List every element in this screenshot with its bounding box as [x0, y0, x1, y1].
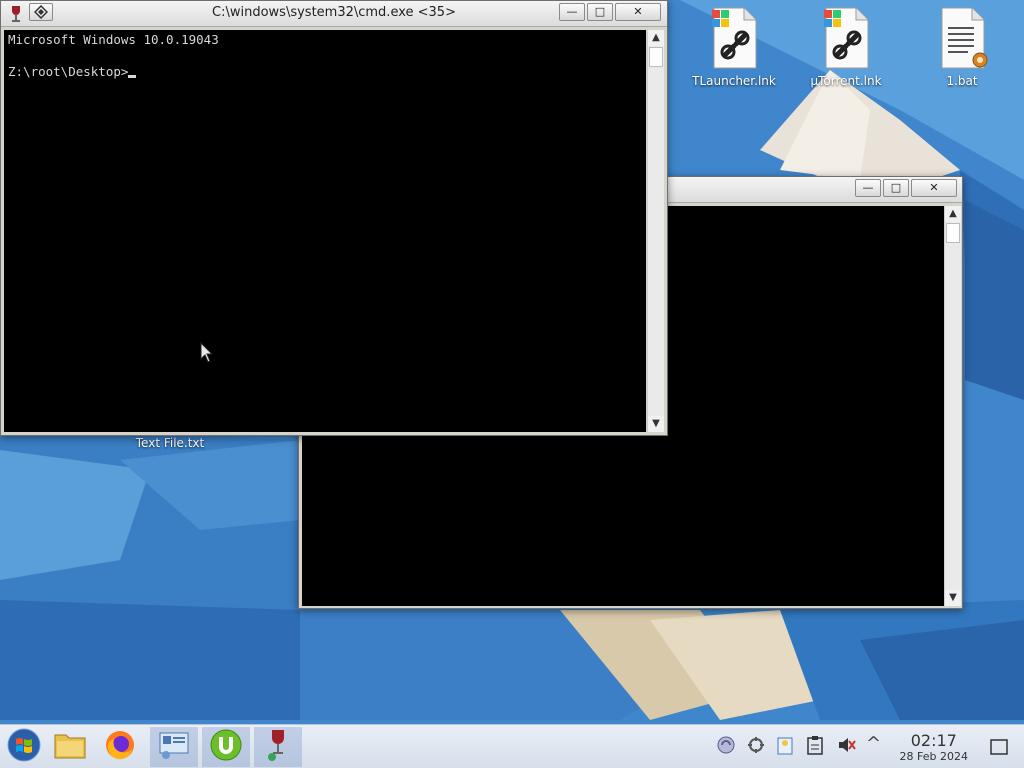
control-panel-icon — [158, 730, 190, 764]
scroll-down-button[interactable]: ▼ — [648, 416, 664, 432]
show-desktop-icon[interactable] — [990, 739, 1008, 759]
taskbar-clock[interactable]: 02:17 28 Feb 2024 — [900, 731, 968, 763]
tray-update-icon[interactable] — [746, 735, 766, 759]
wine-icon — [266, 728, 290, 766]
clock-date: 28 Feb 2024 — [899, 750, 968, 763]
maximize-button[interactable]: □ — [883, 179, 909, 197]
scroll-up-button[interactable]: ▲ — [945, 206, 961, 222]
show-hidden-icons-button[interactable]: ^ — [866, 733, 881, 754]
minimize-button[interactable]: — — [559, 3, 585, 21]
clock-time: 02:17 — [910, 731, 957, 750]
console-line: Microsoft Windows 10.0.19043 — [8, 32, 219, 47]
window-titlebar[interactable]: C:\windows\system32\cmd.exe <35> — □ ✕ — [1, 1, 667, 27]
scroll-thumb[interactable] — [649, 47, 663, 67]
shortcut-icon — [818, 6, 874, 70]
windows-start-icon — [7, 728, 41, 766]
tray-clipboard-notes-icon[interactable] — [776, 735, 794, 759]
taskbar-file-manager[interactable] — [46, 727, 94, 767]
desktop-icon-textfile[interactable]: Text File.txt — [122, 436, 218, 450]
maximize-button[interactable]: □ — [587, 3, 613, 21]
vertical-scrollbar[interactable]: ▲ ▼ — [647, 30, 664, 432]
desktop-icon-tlauncher[interactable]: TLauncher.lnk — [686, 6, 782, 88]
close-button[interactable]: ✕ — [911, 179, 957, 197]
mouse-pointer-icon — [200, 341, 214, 368]
desktop-icon-label: TLauncher.lnk — [692, 74, 776, 88]
text-cursor — [128, 75, 137, 78]
firefox-icon — [104, 729, 136, 765]
batch-file-icon — [934, 6, 990, 70]
folder-icon — [54, 731, 86, 763]
desktop-icon-label: Text File.txt — [135, 436, 205, 450]
tray-clipboard-icon[interactable] — [806, 735, 824, 759]
scroll-up-button[interactable]: ▲ — [648, 30, 664, 46]
close-button[interactable]: ✕ — [615, 3, 661, 21]
desktop-icon-label: µTorrent.lnk — [810, 74, 882, 88]
taskbar: ^ 02:17 28 Feb 2024 — [0, 724, 1024, 768]
vertical-scrollbar[interactable]: ▲ ▼ — [944, 206, 961, 606]
cmd-window[interactable]: C:\windows\system32\cmd.exe <35> — □ ✕ M… — [0, 0, 668, 436]
tray-volume-muted-icon[interactable] — [836, 735, 856, 759]
desktop-icon-label: 1.bat — [946, 74, 978, 88]
shortcut-icon — [706, 6, 762, 70]
desktop-icon-utorrent[interactable]: µTorrent.lnk — [798, 6, 894, 88]
minimize-button[interactable]: — — [855, 179, 881, 197]
console-output[interactable]: Microsoft Windows 10.0.19043 Z:\root\Des… — [4, 30, 646, 432]
taskbar-utorrent[interactable] — [202, 727, 250, 767]
taskbar-control-panel[interactable] — [150, 727, 198, 767]
taskbar-firefox[interactable] — [96, 727, 144, 767]
start-button[interactable] — [0, 727, 48, 767]
desktop-icon-bat[interactable]: 1.bat — [914, 6, 1010, 88]
scroll-down-button[interactable]: ▼ — [945, 590, 961, 606]
tray-wine-icon[interactable] — [716, 735, 736, 759]
console-prompt: Z:\root\Desktop> — [8, 64, 129, 79]
utorrent-icon — [209, 728, 243, 766]
taskbar-wine[interactable] — [254, 727, 302, 767]
scroll-thumb[interactable] — [946, 223, 960, 243]
